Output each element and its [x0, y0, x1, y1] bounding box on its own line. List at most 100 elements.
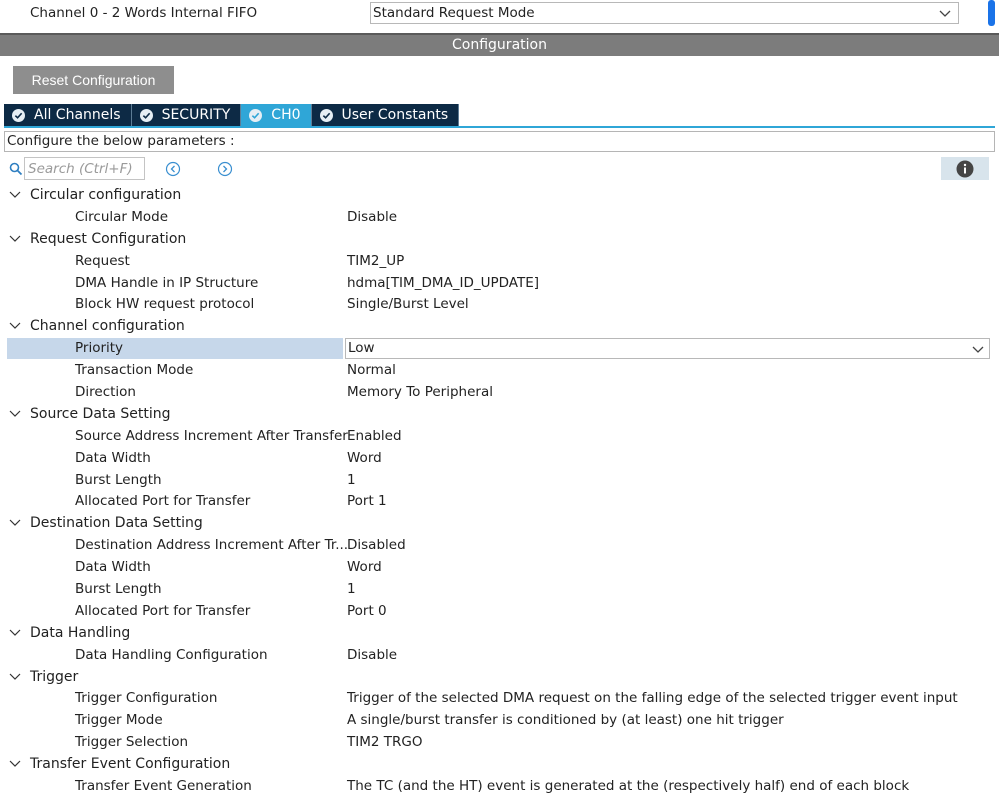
- group-destination-data-setting[interactable]: Destination Data Setting: [0, 513, 999, 535]
- priority-select[interactable]: Low: [345, 338, 990, 360]
- param-name: Priority: [75, 340, 124, 357]
- group-transfer-event-configuration[interactable]: Transfer Event Configuration: [0, 754, 999, 776]
- group-request-configuration[interactable]: Request Configuration: [0, 229, 999, 251]
- param-row[interactable]: Circular Mode Disable: [0, 207, 999, 229]
- reset-configuration-button[interactable]: Reset Configuration: [13, 66, 174, 94]
- param-name: Source Address Increment After Transfer: [75, 427, 348, 444]
- check-icon: [139, 108, 153, 122]
- parameters-description: Configure the below parameters :: [4, 131, 995, 152]
- param-value: Port 1: [347, 493, 387, 510]
- param-value: Memory To Peripheral: [347, 384, 493, 401]
- group-title: Data Handling: [30, 624, 131, 641]
- group-trigger[interactable]: Trigger: [0, 667, 999, 689]
- group-data-handling[interactable]: Data Handling: [0, 623, 999, 645]
- param-name: Transfer Event Generation: [75, 778, 252, 795]
- next-result-icon[interactable]: [217, 161, 233, 177]
- param-row[interactable]: Allocated Port for Transfer Port 1: [0, 491, 999, 513]
- param-value: A single/burst transfer is conditioned b…: [347, 712, 784, 729]
- param-row[interactable]: Trigger Configuration Trigger of the sel…: [0, 688, 999, 710]
- param-value: Disabled: [347, 537, 406, 554]
- group-title: Destination Data Setting: [30, 515, 203, 532]
- priority-value: Low: [348, 340, 375, 357]
- param-row[interactable]: Transaction Mode Normal: [0, 360, 999, 382]
- chevron-down-icon[interactable]: [9, 190, 21, 200]
- param-name: Allocated Port for Transfer: [75, 493, 251, 510]
- param-row[interactable]: Direction Memory To Peripheral: [0, 382, 999, 404]
- param-row-priority[interactable]: Priority Low: [0, 338, 999, 360]
- param-row[interactable]: Source Address Increment After Transfer …: [0, 426, 999, 448]
- parameter-tree: Circular configuration Circular Mode Dis…: [0, 185, 999, 798]
- param-row[interactable]: Trigger Mode A single/burst transfer is …: [0, 710, 999, 732]
- param-value: TIM2_UP: [347, 252, 405, 269]
- group-title: Trigger: [30, 668, 79, 685]
- param-name: Burst Length: [75, 471, 162, 488]
- param-row[interactable]: Burst Length 1: [0, 470, 999, 492]
- param-name: Allocated Port for Transfer: [75, 602, 251, 619]
- param-value: Port 0: [347, 602, 387, 619]
- tab-user-constants[interactable]: User Constants: [311, 104, 460, 126]
- param-name: Direction: [75, 384, 136, 401]
- previous-result-icon[interactable]: [165, 161, 181, 177]
- request-mode-value: Standard Request Mode: [373, 5, 535, 21]
- param-row[interactable]: DMA Handle in IP Structure hdma[TIM_DMA_…: [0, 273, 999, 295]
- tab-security[interactable]: SECURITY: [131, 104, 242, 126]
- param-name: Trigger Mode: [75, 712, 163, 729]
- group-title: Transfer Event Configuration: [30, 756, 231, 773]
- chevron-down-icon[interactable]: [9, 321, 21, 331]
- param-value: Disable: [347, 208, 398, 225]
- chevron-down-icon[interactable]: [9, 672, 21, 682]
- tab-underline: [4, 126, 995, 128]
- param-row[interactable]: Data Width Word: [0, 448, 999, 470]
- chevron-down-icon[interactable]: [9, 518, 21, 528]
- param-row[interactable]: Transfer Event Generation The TC (and th…: [0, 776, 999, 798]
- param-row[interactable]: Block HW request protocol Single/Burst L…: [0, 294, 999, 316]
- param-name: Circular Mode: [75, 208, 169, 225]
- chevron-down-icon: [939, 10, 951, 17]
- param-row[interactable]: Data Width Word: [0, 557, 999, 579]
- chevron-down-icon[interactable]: [9, 628, 21, 638]
- tab-all-channels[interactable]: All Channels: [4, 104, 132, 126]
- param-name: Data Handling Configuration: [75, 646, 268, 663]
- param-value: Single/Burst Level: [347, 296, 469, 313]
- param-row[interactable]: Allocated Port for Transfer Port 0: [0, 601, 999, 623]
- chevron-down-icon[interactable]: [9, 409, 21, 419]
- group-source-data-setting[interactable]: Source Data Setting: [0, 404, 999, 426]
- param-value: 1: [347, 471, 356, 488]
- param-name: Trigger Configuration: [75, 690, 218, 707]
- group-channel-configuration[interactable]: Channel configuration: [0, 316, 999, 338]
- param-row[interactable]: Request TIM2_UP: [0, 251, 999, 273]
- param-name: Trigger Selection: [75, 734, 189, 751]
- info-icon: [956, 160, 974, 177]
- search-icon: [9, 162, 23, 176]
- param-row[interactable]: Data Handling Configuration Disable: [0, 645, 999, 667]
- search-input[interactable]: [24, 157, 145, 180]
- param-name: Data Width: [75, 449, 151, 466]
- group-circular-configuration[interactable]: Circular configuration: [0, 185, 999, 207]
- param-name: Data Width: [75, 559, 151, 576]
- info-button[interactable]: [941, 157, 989, 180]
- param-name: Burst Length: [75, 581, 162, 598]
- group-title: Circular configuration: [30, 187, 182, 203]
- top-row: Channel 0 - 2 Words Internal FIFO Standa…: [0, 0, 999, 28]
- tab-ch0[interactable]: CH0: [241, 104, 312, 126]
- param-value: Disable: [347, 646, 398, 663]
- chevron-down-icon[interactable]: [9, 759, 21, 769]
- tab-bar: All Channels SECURITY CH0 User Constants: [4, 104, 460, 126]
- scrollbar[interactable]: [988, 0, 995, 26]
- param-value: Word: [347, 559, 382, 576]
- tab-label: CH0: [271, 107, 301, 123]
- param-value: Normal: [347, 362, 396, 379]
- request-mode-select[interactable]: Standard Request Mode: [370, 2, 959, 24]
- check-icon: [12, 108, 25, 122]
- check-icon: [319, 108, 333, 122]
- param-name: Request: [75, 252, 130, 269]
- group-title: Request Configuration: [30, 230, 187, 247]
- param-value: Trigger of the selected DMA request on t…: [347, 690, 958, 707]
- param-row[interactable]: Destination Address Increment After Tr..…: [0, 535, 999, 557]
- tab-label: User Constants: [341, 107, 449, 123]
- chevron-down-icon[interactable]: [9, 234, 21, 244]
- param-row[interactable]: Burst Length 1: [0, 579, 999, 601]
- param-value: 1: [347, 581, 356, 598]
- param-row[interactable]: Trigger Selection TIM2 TRGO: [0, 732, 999, 754]
- group-title: Source Data Setting: [30, 405, 171, 422]
